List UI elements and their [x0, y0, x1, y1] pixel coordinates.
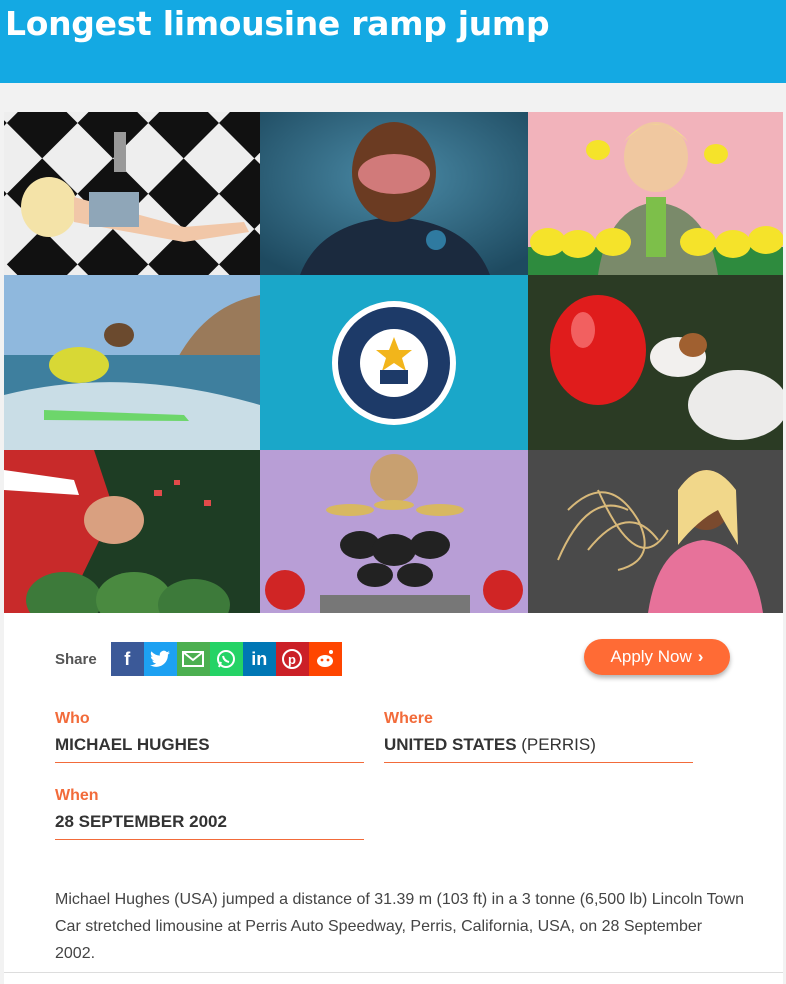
- page-header: Longest limousine ramp jump: [0, 0, 786, 83]
- photo-face-stretch: [260, 112, 528, 275]
- photo-drum-kit: [260, 450, 528, 613]
- where-value: UNITED STATES (PERRIS): [384, 735, 596, 755]
- where-label: Where: [384, 710, 433, 727]
- record-description: Michael Hughes (USA) jumped a distance o…: [55, 891, 744, 962]
- photo-dog-balloon: [528, 275, 783, 450]
- email-share-button[interactable]: [176, 642, 210, 676]
- photo-spaghetti: [528, 450, 783, 613]
- where-country: UNITED STATES: [384, 735, 517, 754]
- pinterest-icon: p: [282, 649, 303, 669]
- twitter-icon: [150, 650, 171, 667]
- linkedin-share-button[interactable]: in: [242, 642, 276, 676]
- pinterest-share-button[interactable]: p: [275, 642, 309, 676]
- email-icon: [182, 651, 205, 667]
- twitter-share-button[interactable]: [143, 642, 177, 676]
- photo-lemons: [528, 112, 783, 275]
- share-bar: Share f in p: [55, 642, 342, 676]
- facebook-share-button[interactable]: f: [110, 642, 144, 676]
- page-title: Longest limousine ramp jump: [5, 4, 550, 43]
- apply-now-label: Apply Now: [610, 647, 692, 666]
- when-field: When 28 SEPTEMBER 2002: [55, 787, 364, 840]
- hero-collage: [4, 112, 783, 613]
- facebook-icon: f: [124, 648, 131, 669]
- reddit-icon: [317, 650, 334, 667]
- photo-checkerboard-woman: [4, 112, 260, 275]
- chevron-right-icon: ›: [697, 647, 704, 666]
- when-label: When: [55, 787, 99, 804]
- where-city: (PERRIS): [516, 735, 596, 754]
- linkedin-icon: in: [251, 648, 268, 669]
- share-label: Share: [55, 650, 97, 668]
- who-field: Who MICHAEL HUGHES: [55, 710, 364, 763]
- photo-surfing-dog: [4, 275, 260, 450]
- who-value: MICHAEL HUGHES: [55, 735, 210, 754]
- when-value: 28 SEPTEMBER 2002: [55, 812, 227, 831]
- gwr-logo-tile: [260, 275, 528, 450]
- whatsapp-icon: [217, 650, 236, 668]
- divider: [4, 972, 783, 973]
- where-field: Where UNITED STATES (PERRIS): [384, 710, 693, 763]
- who-label: Who: [55, 710, 90, 727]
- record-card: Share f in p Apply Now › Who MICHAEL HUG…: [4, 112, 783, 984]
- reddit-share-button[interactable]: [308, 642, 342, 676]
- photo-watermelon: [4, 450, 260, 613]
- apply-now-button[interactable]: Apply Now ›: [584, 639, 730, 675]
- whatsapp-share-button[interactable]: [209, 642, 243, 676]
- svg-text:p: p: [288, 652, 296, 667]
